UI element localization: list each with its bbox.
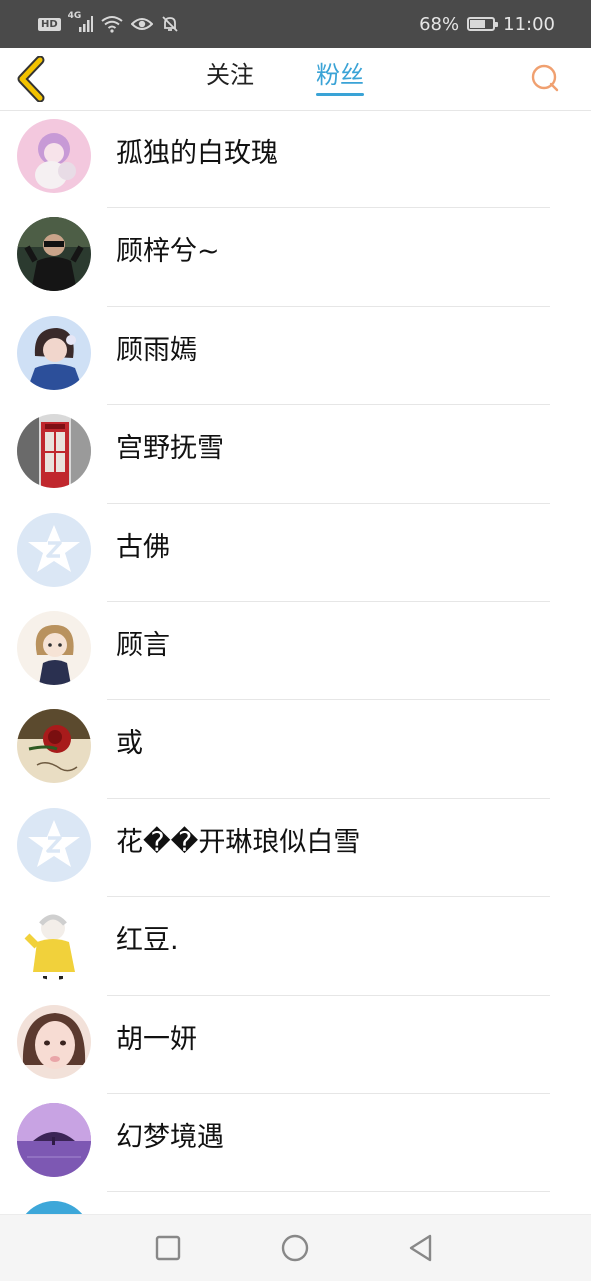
system-nav-bar xyxy=(0,1214,591,1281)
top-nav: 关注 粉丝 xyxy=(0,48,591,111)
status-left: HD 4G xyxy=(38,11,179,36)
wifi-icon xyxy=(101,16,123,33)
recents-button[interactable] xyxy=(151,1231,185,1265)
avatar[interactable] xyxy=(17,807,91,882)
fans-list: 孤独的白玫瑰 顾梓兮~ 顾雨嫣宫野抚雪古佛顾言或花��开琳琅似白雪 红豆. 胡一妍幻梦境… xyxy=(0,110,591,1214)
avatar[interactable] xyxy=(17,1102,91,1177)
fan-name: 宫野抚雪 xyxy=(116,433,224,465)
fan-list-item[interactable]: 宫野抚雪 xyxy=(0,405,591,504)
fan-list-item[interactable]: 幻梦境遇 xyxy=(0,1094,591,1193)
mute-bell-icon xyxy=(162,16,178,32)
fan-name: 古佛 xyxy=(116,531,170,563)
fan-list-item[interactable]: 或 xyxy=(0,700,591,799)
fan-list-item[interactable] xyxy=(0,1192,591,1214)
circle-icon xyxy=(281,1234,309,1262)
avatar[interactable] xyxy=(17,119,91,193)
square-icon xyxy=(155,1235,181,1261)
tab-follow[interactable]: 关注 xyxy=(206,60,254,98)
avatar[interactable] xyxy=(17,414,91,489)
fan-name: 胡一妍 xyxy=(116,1023,197,1055)
fan-name: 孤独的白玫瑰 xyxy=(116,138,278,169)
battery-percent: 68% xyxy=(419,13,460,35)
clock: 11:00 xyxy=(503,13,555,35)
avatar[interactable] xyxy=(17,1004,91,1079)
eye-icon xyxy=(130,18,153,30)
triangle-back-icon xyxy=(409,1234,432,1262)
avatar[interactable] xyxy=(17,512,91,587)
home-button[interactable] xyxy=(278,1231,312,1265)
tab-fans[interactable]: 粉丝 xyxy=(316,60,364,98)
status-bar: HD 4G 68% 11:00 xyxy=(0,0,591,48)
fan-name: 或 xyxy=(116,728,143,760)
fan-list-item[interactable]: 孤独的白玫瑰 xyxy=(0,110,591,209)
search-button[interactable] xyxy=(529,62,561,94)
fan-name: 顾言 xyxy=(116,629,170,661)
chevron-left-icon xyxy=(17,55,45,103)
back-nav-button[interactable] xyxy=(403,1231,437,1265)
avatar[interactable] xyxy=(17,315,91,390)
search-icon xyxy=(531,64,559,92)
avatar[interactable] xyxy=(17,610,91,685)
fan-name: 花��开琳琅似白雪 xyxy=(116,826,361,858)
fan-list-item[interactable]: 古佛 xyxy=(0,504,591,602)
fan-list-item[interactable]: 顾梓兮~ xyxy=(0,208,591,307)
fan-name: 顾雨嫣 xyxy=(116,334,197,366)
avatar[interactable] xyxy=(17,906,91,981)
avatar[interactable] xyxy=(17,709,91,784)
status-right: 68% 11:00 xyxy=(419,12,555,36)
avatar[interactable] xyxy=(17,1201,91,1214)
signal-icon: 4G xyxy=(68,11,93,33)
battery-icon xyxy=(467,17,499,31)
hd-badge: HD xyxy=(38,17,61,31)
avatar[interactable] xyxy=(17,217,91,292)
fan-name: 顾梓兮~ xyxy=(116,236,220,268)
fan-list-item[interactable]: 花��开琳琅似白雪 xyxy=(0,799,591,898)
fan-name: 红豆. xyxy=(116,925,179,957)
fan-list-item[interactable]: 胡一妍 xyxy=(0,996,591,1094)
fan-list-item[interactable]: 顾言 xyxy=(0,602,591,701)
back-button[interactable] xyxy=(14,55,50,103)
fan-list-item[interactable]: 顾雨嫣 xyxy=(0,307,591,406)
battery-fill xyxy=(470,20,486,28)
fan-list-item[interactable]: 红豆. xyxy=(0,897,591,996)
fan-name: 幻梦境遇 xyxy=(116,1121,224,1153)
